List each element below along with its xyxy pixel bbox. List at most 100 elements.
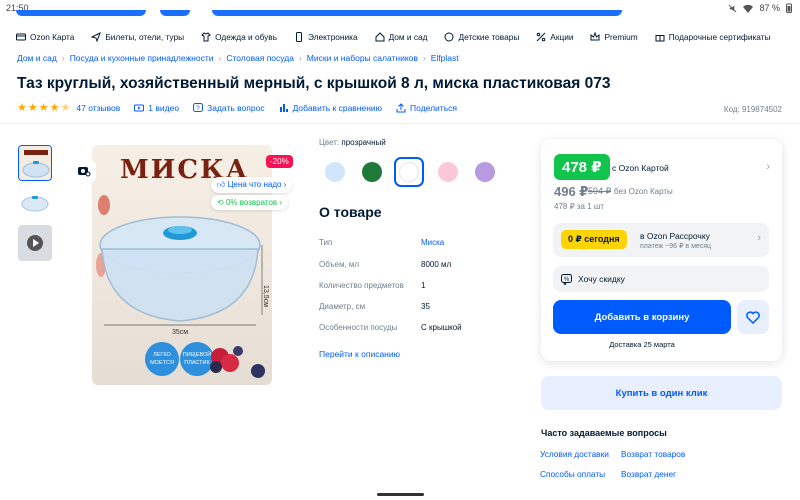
camera-search-icon: [78, 167, 91, 177]
gift-icon: [655, 35, 665, 42]
installment-badge: 0 ₽ сегодня: [561, 230, 627, 249]
thumbnail-2[interactable]: [18, 185, 52, 221]
installment-block[interactable]: 0 ₽ сегодня в Ozon Рассрочку платеж ~96 …: [553, 223, 769, 257]
chevron-right-icon: ›: [61, 53, 65, 63]
faq-link-refund[interactable]: Возврат денег: [621, 469, 676, 479]
want-discount-button[interactable]: % Хочу скидку: [553, 266, 769, 292]
nav-item-ozon-card[interactable]: Ozon Карта: [16, 32, 74, 42]
crown-icon: [590, 32, 600, 41]
chevron-right-icon[interactable]: ›: [766, 161, 770, 173]
star-icon: ★: [49, 102, 60, 114]
svg-text:ЛЕГКО: ЛЕГКО: [153, 352, 171, 358]
installment-subtitle: платеж ~96 ₽ в месяц: [640, 243, 712, 250]
thumbnail-image: [18, 185, 52, 221]
color-swatch-purple[interactable]: [470, 157, 500, 187]
installment-title: в Ozon Рассрочку: [640, 231, 710, 241]
compare-link[interactable]: Добавить к сравнению: [279, 103, 382, 113]
chat-discount-icon: %: [561, 273, 572, 285]
product-meta-row: ★ ★ ★ ★ ★ 47 отзывов 1 видео ? Задать во…: [17, 102, 457, 114]
chevron-right-icon: ›: [757, 232, 761, 244]
nav-item-clothes[interactable]: Одежда и обувь: [201, 32, 277, 42]
svg-text:МОЕТСЯ: МОЕТСЯ: [150, 360, 174, 366]
go-to-description-link[interactable]: Перейти к описанию: [319, 349, 400, 359]
ask-question-link[interactable]: ? Задать вопрос: [193, 103, 265, 113]
svg-text:ПЛАСТИК: ПЛАСТИК: [184, 360, 210, 366]
battery-percent: 87 %: [759, 3, 780, 13]
ozon-card-label[interactable]: с Ozon Картой: [612, 163, 669, 173]
image-search-button[interactable]: [72, 160, 96, 182]
breadcrumb-link[interactable]: Посуда и кухонные принадлежности: [70, 53, 214, 63]
star-icon: ★: [38, 102, 49, 114]
breadcrumb-link[interactable]: Столовая посуда: [226, 53, 294, 63]
unit-price: 478 ₽ за 1 шт: [554, 202, 604, 211]
rating-stars: ★ ★ ★ ★ ★: [17, 102, 71, 114]
color-label: Цвет: прозрачный: [319, 138, 386, 147]
baby-icon: [444, 32, 454, 42]
nav-item-kids[interactable]: Детские товары: [444, 32, 519, 42]
add-to-cart-button[interactable]: Добавить в корзину: [553, 300, 731, 334]
color-swatch-green[interactable]: [357, 157, 387, 187]
product-code: Код: 919874502: [723, 105, 782, 114]
thumbnail-video[interactable]: [18, 225, 52, 261]
home-indicator[interactable]: [377, 493, 424, 496]
spec-value-link[interactable]: Миска: [421, 238, 444, 247]
no-card-label: без Ozon Карты: [614, 187, 673, 196]
header-strip-left: [16, 10, 146, 16]
thumbnail-1[interactable]: [18, 145, 52, 181]
faq-link-payment[interactable]: Способы оплаты: [540, 469, 605, 479]
play-icon: [18, 225, 52, 261]
compare-icon: [279, 104, 288, 112]
color-swatch-transparent[interactable]: [394, 157, 424, 187]
spec-value: 8000 мл: [421, 260, 452, 269]
page-title: Таз круглый, хозяйственный мерный, с кры…: [17, 75, 611, 92]
divider: [0, 123, 800, 124]
svg-text:35см: 35см: [172, 329, 188, 336]
spec-name: Особенности посуды: [319, 323, 398, 332]
share-link[interactable]: Поделиться: [396, 103, 457, 113]
nav-item-promotions[interactable]: Акции: [536, 32, 573, 42]
heart-icon: [746, 310, 760, 324]
spec-name: Объем, мл: [319, 260, 360, 269]
chevron-right-icon: ›: [218, 53, 222, 63]
header-strip-search[interactable]: [212, 10, 622, 16]
spec-value: 35: [421, 302, 430, 311]
nav-item-gift-cards[interactable]: Подарочные сертификаты: [655, 32, 770, 42]
nav-item-premium[interactable]: Premium: [590, 32, 638, 42]
nav-item-electronics[interactable]: Электроника: [294, 32, 358, 42]
buy-one-click-button[interactable]: Купить в один клик: [541, 376, 782, 410]
spec-name: Количество предметов: [319, 281, 404, 290]
category-nav: Ozon Карта Билеты, отели, туры Одежда и …: [16, 27, 784, 47]
svg-text:ПИЩЕВОЙ: ПИЩЕВОЙ: [183, 350, 211, 358]
mute-icon: [729, 4, 737, 12]
faq-title: Часто задаваемые вопросы: [541, 428, 667, 438]
breadcrumb-link[interactable]: Elfplast: [431, 53, 459, 63]
breadcrumb-link[interactable]: Дом и сад: [17, 53, 57, 63]
nav-item-tickets[interactable]: Билеты, отели, туры: [91, 32, 184, 42]
chevron-right-icon: ›: [422, 53, 426, 63]
fair-price-badge[interactable]: 👍︎ Цена что надо ›: [211, 177, 293, 193]
color-swatch-pink[interactable]: [433, 157, 463, 187]
faq-link-delivery[interactable]: Условия доставки: [540, 449, 609, 459]
returns-badge[interactable]: ⟲ 0% возвратов ›: [211, 195, 289, 210]
plane-icon: [91, 32, 102, 42]
breadcrumb-link[interactable]: Миски и наборы салатников: [307, 53, 418, 63]
star-half-icon: ★: [60, 102, 71, 114]
favorite-button[interactable]: [737, 300, 769, 334]
regular-price: 496 ₽: [554, 184, 589, 199]
spec-name: Тип: [319, 238, 333, 247]
color-swatch-light-blue[interactable]: [320, 157, 350, 187]
return-icon: ⟲: [217, 198, 226, 207]
faq-link-returns[interactable]: Возврат товаров: [621, 449, 685, 459]
star-icon: ★: [17, 102, 27, 114]
nav-item-home-garden[interactable]: Дом и сад: [375, 32, 427, 42]
svg-text:13,5см: 13,5см: [262, 285, 269, 307]
question-icon: ?: [193, 103, 204, 112]
videos-link[interactable]: 1 видео: [134, 103, 179, 113]
reviews-link[interactable]: 47 отзывов: [76, 103, 120, 113]
battery-icon: [786, 3, 792, 13]
card-icon: [16, 33, 26, 41]
clothes-icon: [201, 32, 211, 42]
thumbs-up-icon: 👍︎: [217, 180, 228, 189]
header-strip-middle: [160, 10, 190, 16]
video-icon: [134, 104, 145, 112]
